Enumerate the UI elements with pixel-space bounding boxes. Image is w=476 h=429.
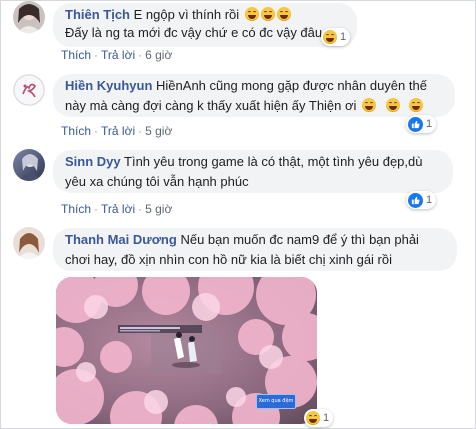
- timestamp[interactable]: 6 giờ: [145, 48, 172, 62]
- laughing-emoji-icon: [409, 98, 424, 112]
- game-button[interactable]: Xem qua đệm: [256, 394, 296, 409]
- comment-text: Đấy là ng ta mới đc vậy chứ e có đc vậy …: [65, 25, 323, 40]
- laughing-emoji-icon: [362, 98, 377, 112]
- timestamp[interactable]: 5 giờ: [145, 202, 172, 216]
- thumbs-up-icon: [408, 116, 423, 132]
- author-name[interactable]: Hiền Kyuhyun: [65, 78, 152, 93]
- avatar-sinn-dyy[interactable]: [13, 149, 45, 181]
- author-name[interactable]: Thiên Tịch: [65, 7, 130, 22]
- comment-bubble: Thanh Mai Dương Nếu bạn muốn đc nam9 để …: [53, 228, 457, 271]
- comment-text: yêu xa chúng tôi vẫn hạnh phúc: [65, 174, 249, 189]
- comment-text: chơi hay, đồ xịn nhìn con hồ nữ kia là b…: [65, 252, 393, 267]
- avatar-thanh-mai-duong[interactable]: [13, 227, 45, 259]
- attached-image[interactable]: Xem qua đệm: [56, 277, 317, 424]
- like-link[interactable]: Thích: [61, 202, 91, 216]
- laughing-emoji-icon: [385, 98, 400, 112]
- comment-actions: Thích · Trả lời · 6 giờ: [61, 48, 173, 62]
- comment-text: Tình yêu trong game là có thật, một tình…: [124, 154, 423, 169]
- comment-actions: Thích · Trả lời · 5 giờ: [61, 202, 173, 216]
- reaction-count[interactable]: 1: [406, 115, 437, 133]
- author-name[interactable]: Sinn Dyy: [65, 154, 121, 169]
- comment-bubble: Hiền Kyuhyun HiềnAnh cũng mong gặp được …: [53, 74, 455, 117]
- comment-bubble: Sinn Dyy Tình yêu trong game là có thật,…: [53, 150, 453, 193]
- comment-text: E ngộp vì thính rồi: [133, 7, 240, 22]
- timestamp[interactable]: 5 giờ: [145, 124, 172, 138]
- comment-text: Nếu bạn muốn đc nam9 để ý thì bạn phải: [180, 232, 419, 247]
- reply-link[interactable]: Trả lời: [101, 202, 135, 216]
- comment-text: này mà càng đợi càng k thấy xuất hiện ấy…: [65, 98, 357, 113]
- avatar-hien-kyuhyun[interactable]: [13, 74, 45, 106]
- reaction-count[interactable]: 1: [304, 409, 334, 427]
- author-name[interactable]: Thanh Mai Dương: [65, 232, 177, 247]
- laughing-emoji-icon: [306, 411, 320, 425]
- reply-link[interactable]: Trả lời: [101, 124, 135, 138]
- comment-text: HiềnAnh cũng mong gặp được nhân duyên th…: [156, 78, 427, 93]
- reaction-count[interactable]: 1: [321, 28, 351, 46]
- thumbs-up-icon: [408, 192, 423, 208]
- comment-actions: Thích · Trả lời · 5 giờ: [61, 124, 173, 138]
- crying-laughing-emoji-icon: [260, 7, 275, 21]
- laughing-emoji-icon: [323, 30, 337, 44]
- avatar-thien-tich[interactable]: [13, 1, 45, 33]
- comment-thread: Thiên Tịch E ngộp vì thính rồi Đấy là ng…: [0, 0, 476, 429]
- crying-laughing-emoji-icon: [244, 7, 259, 21]
- like-link[interactable]: Thích: [61, 48, 91, 62]
- comment-bubble: Thiên Tịch E ngộp vì thính rồi Đấy là ng…: [53, 3, 357, 47]
- crying-laughing-emoji-icon: [276, 7, 291, 21]
- reply-link[interactable]: Trả lời: [101, 48, 135, 62]
- like-link[interactable]: Thích: [61, 124, 91, 138]
- reaction-count[interactable]: 1: [406, 191, 437, 209]
